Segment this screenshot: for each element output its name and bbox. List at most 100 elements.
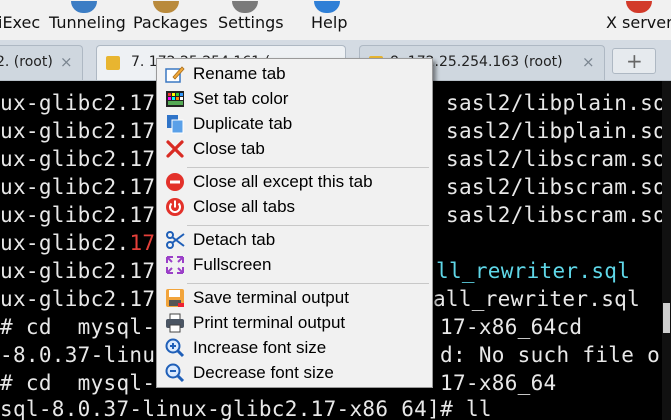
terminal-line-right: 17-x86_64 bbox=[440, 371, 557, 395]
terminal-line: -8.0.37-linu d: No such file or bbox=[0, 343, 671, 367]
menu-item-increase-font[interactable]: Increase font size bbox=[161, 336, 429, 360]
tab-label: 2. (root) bbox=[0, 54, 53, 70]
printer-icon bbox=[166, 313, 184, 333]
menu-item-duplicate-tab[interactable]: Duplicate tab bbox=[161, 112, 429, 136]
terminal-line-left: ux-glibc2.17 bbox=[0, 91, 156, 115]
palette-icon bbox=[166, 91, 184, 107]
plus-icon: + bbox=[626, 49, 643, 73]
terminal-line-full: sql-8.0.37-linux-glibc2.17-x86_64]# ll bbox=[0, 397, 492, 420]
terminal-line: # cd mysql- 17-x86_64cd bbox=[0, 315, 582, 339]
terminal-line-left: ux-glibc2.17 bbox=[0, 175, 156, 199]
menu-item-close-all-tabs[interactable]: Close all tabs bbox=[161, 195, 429, 219]
menu-item-print-output[interactable]: Print terminal output bbox=[161, 311, 429, 335]
terminal-scrollbar[interactable] bbox=[662, 81, 671, 420]
terminal-line: ux-glibc2.17 sasl2/libscram.so bbox=[0, 147, 666, 171]
menu-item-label: Duplicate tab bbox=[193, 114, 293, 133]
menu-item-label: Save terminal output bbox=[193, 288, 349, 307]
tunnel-icon bbox=[71, 1, 97, 13]
terminal-line: ux-glibc2.17 sasl2/libscram.so bbox=[0, 203, 666, 227]
toolbar-xserver-label: X server bbox=[606, 13, 671, 32]
terminal-line-right: tall_rewriter.sql bbox=[420, 287, 641, 311]
menu-separator bbox=[187, 167, 429, 168]
minus-circle-icon bbox=[166, 173, 184, 191]
terminal-line-right: 17-x86_64cd bbox=[440, 315, 583, 339]
fullscreen-icon bbox=[166, 256, 184, 274]
terminal-line-right: sasl2/libscram.so bbox=[446, 147, 667, 171]
terminal-line: ux-glibc2.17 tall_rewriter.sql bbox=[0, 287, 640, 311]
terminal-line-left: ux-glibc2.17 bbox=[0, 203, 156, 227]
terminal-tab-icon bbox=[106, 56, 120, 70]
toolbar-multiexec-label: iExec bbox=[0, 13, 41, 32]
scrollbar-thumb[interactable] bbox=[663, 303, 670, 333]
menu-item-label: Print terminal output bbox=[193, 313, 346, 332]
terminal-line-right: sasl2/libplain.so bbox=[446, 119, 667, 143]
menu-item-label: Rename tab bbox=[193, 64, 286, 83]
menu-item-label: Increase font size bbox=[193, 338, 327, 357]
tab-context-menu: Rename tab Set tab color Duplicate tab C… bbox=[156, 58, 433, 388]
menu-item-detach-tab[interactable]: Detach tab bbox=[161, 228, 429, 252]
gear-icon bbox=[232, 1, 258, 13]
toolbar-tunneling-label: Tunneling bbox=[49, 13, 126, 32]
toolbar-help-button[interactable]: Help bbox=[311, 1, 347, 32]
menu-item-rename-tab[interactable]: Rename tab bbox=[161, 62, 429, 86]
close-x-icon bbox=[166, 140, 184, 158]
terminal-line: ux-glibc2.17 sasl2/libscram.so bbox=[0, 175, 666, 199]
terminal-line: ux-glibc2.17 bbox=[0, 231, 155, 255]
menu-item-label: Fullscreen bbox=[193, 255, 272, 274]
power-icon bbox=[166, 198, 184, 216]
menu-item-label: Detach tab bbox=[193, 230, 276, 249]
save-icon bbox=[166, 289, 184, 307]
terminal-line: ux-glibc2.17 ll_rewriter.sql bbox=[0, 259, 630, 283]
terminal-line-left: ux-glibc2.17 bbox=[0, 287, 156, 311]
terminal-line: # cd mysql- 17-x86_64 bbox=[0, 371, 556, 395]
terminal-line-left: ux-glibc2. bbox=[0, 231, 130, 255]
terminal-line: sql-8.0.37-linux-glibc2.17-x86_64]# ll bbox=[0, 397, 492, 420]
terminal-line-left: ux-glibc2.17 bbox=[0, 259, 156, 283]
terminal-line: ux-glibc2.17 sasl2/libplain.so bbox=[0, 119, 666, 143]
menu-separator bbox=[187, 225, 429, 226]
xserver-icon bbox=[626, 1, 652, 13]
terminal-line: ux-glibc2.17 sasl2/libplain.so bbox=[0, 91, 666, 115]
toolbar-settings-label: Settings bbox=[218, 13, 284, 32]
terminal-line-right: sasl2/libscram.so bbox=[446, 175, 667, 199]
duplicate-icon bbox=[167, 115, 184, 134]
terminal-line-left: ux-glibc2.17 bbox=[0, 119, 156, 143]
menu-item-label: Decrease font size bbox=[193, 363, 334, 382]
menu-item-save-output[interactable]: Save terminal output bbox=[161, 286, 429, 310]
zoom-in-icon bbox=[165, 338, 185, 358]
toolbar-multiexec-button[interactable]: iExec bbox=[0, 13, 40, 32]
toolbar-packages-button[interactable]: Packages bbox=[133, 1, 208, 32]
terminal-line-left: # cd mysql- bbox=[0, 371, 156, 395]
help-icon bbox=[314, 1, 340, 13]
terminal-line-right: sasl2/libplain.so bbox=[446, 91, 667, 115]
menu-item-close-all-except[interactable]: Close all except this tab bbox=[161, 170, 429, 194]
menu-item-label: Close all except this tab bbox=[193, 172, 373, 191]
tab-session-2[interactable]: 2. (root) × bbox=[0, 45, 83, 80]
package-icon bbox=[153, 1, 179, 13]
main-toolbar: iExec Tunneling Packages Settings Help X… bbox=[0, 0, 671, 40]
menu-item-label: Close tab bbox=[193, 139, 265, 158]
menu-item-fullscreen[interactable]: Fullscreen bbox=[161, 253, 429, 277]
menu-item-label: Close all tabs bbox=[193, 197, 296, 216]
terminal-line-highlight: 17 bbox=[129, 231, 156, 255]
menu-item-decrease-font[interactable]: Decrease font size bbox=[161, 361, 429, 385]
scissors-icon bbox=[166, 231, 185, 249]
terminal-line-right: d: No such file or bbox=[440, 343, 671, 367]
new-tab-button[interactable]: + bbox=[612, 48, 656, 74]
terminal-line-right: ll_rewriter.sql bbox=[436, 259, 631, 283]
toolbar-tunneling-button[interactable]: Tunneling bbox=[49, 1, 126, 32]
rename-icon bbox=[165, 66, 185, 83]
menu-item-close-tab[interactable]: Close tab bbox=[161, 137, 429, 161]
tab-close-icon[interactable]: × bbox=[60, 53, 73, 71]
toolbar-settings-button[interactable]: Settings bbox=[218, 1, 284, 32]
toolbar-packages-label: Packages bbox=[133, 13, 208, 32]
terminal-line-left: # cd mysql- bbox=[0, 315, 156, 339]
zoom-out-icon bbox=[165, 363, 185, 383]
menu-item-label: Set tab color bbox=[193, 89, 289, 108]
terminal-line-left: -8.0.37-linu bbox=[0, 343, 156, 367]
menu-item-set-tab-color[interactable]: Set tab color bbox=[161, 87, 429, 111]
terminal-line-right: sasl2/libscram.so bbox=[446, 203, 667, 227]
terminal-line-left: ux-glibc2.17 bbox=[0, 147, 156, 171]
toolbar-xserver-button[interactable]: X server bbox=[606, 1, 671, 32]
tab-close-icon[interactable]: × bbox=[582, 53, 595, 71]
